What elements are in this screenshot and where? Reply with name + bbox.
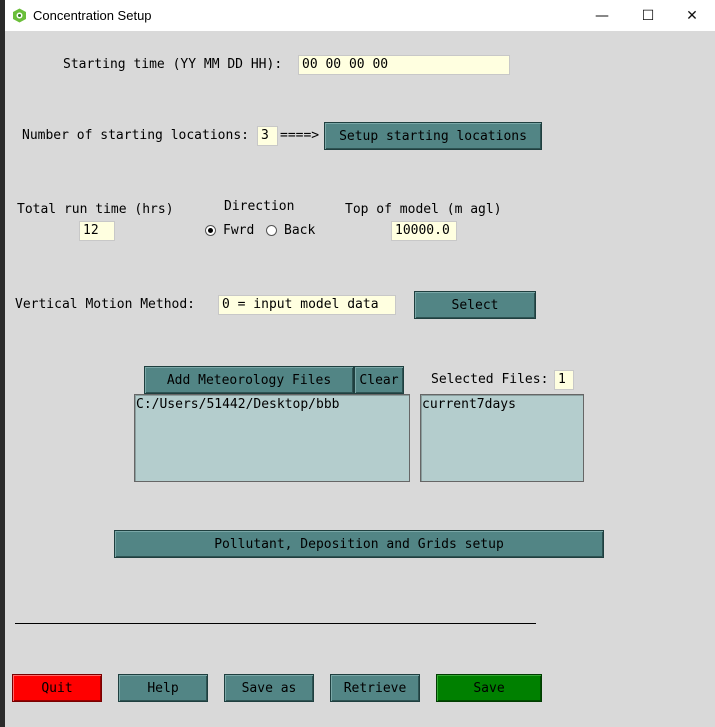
top-of-model-label: Top of model (m agl): [345, 202, 502, 217]
save-button[interactable]: Save: [436, 674, 542, 702]
retrieve-button[interactable]: Retrieve: [330, 674, 420, 702]
concentration-setup-window: Concentration Setup — ☐ ✕ Starting time …: [5, 0, 715, 727]
setup-starting-locations-button[interactable]: Setup starting locations: [324, 122, 542, 150]
total-run-time-label: Total run time (hrs): [17, 202, 174, 217]
radio-forward[interactable]: [205, 225, 216, 236]
list-item[interactable]: C:/Users/51442/Desktop/bbb: [136, 397, 408, 413]
selected-files-count[interactable]: 1: [554, 370, 574, 390]
minimize-icon: —: [595, 7, 609, 24]
minimize-button[interactable]: —: [579, 0, 625, 31]
close-icon: ✕: [686, 7, 698, 24]
window-title: Concentration Setup: [33, 8, 152, 23]
maximize-icon: ☐: [641, 7, 655, 24]
meteorology-file-list[interactable]: current7days: [420, 394, 584, 482]
total-run-time-input[interactable]: 12: [79, 221, 115, 241]
vertical-motion-input[interactable]: 0 = input model data: [218, 295, 396, 315]
back-label: Back: [284, 223, 316, 238]
starting-time-input[interactable]: 00 00 00 00: [298, 55, 510, 75]
separator-line: [15, 623, 536, 624]
forward-label: Fwrd: [223, 223, 255, 238]
save-as-button[interactable]: Save as: [224, 674, 314, 702]
list-item[interactable]: current7days: [422, 397, 582, 413]
select-vertical-motion-button[interactable]: Select: [414, 291, 536, 319]
starting-locations-input[interactable]: 3: [257, 126, 278, 146]
radio-back[interactable]: [266, 225, 277, 236]
vertical-motion-label: Vertical Motion Method:: [15, 297, 196, 312]
quit-button[interactable]: Quit: [12, 674, 102, 702]
title-bar: Concentration Setup — ☐ ✕: [5, 0, 715, 31]
top-of-model-input[interactable]: 10000.0: [391, 221, 457, 241]
meteorology-directory-list[interactable]: C:/Users/51442/Desktop/bbb: [134, 394, 410, 482]
maximize-button[interactable]: ☐: [625, 0, 671, 31]
app-icon: [13, 8, 26, 23]
starting-locations-label: Number of starting locations:: [22, 128, 249, 143]
help-button[interactable]: Help: [118, 674, 208, 702]
starting-time-label: Starting time (YY MM DD HH):: [63, 57, 283, 72]
clear-button[interactable]: Clear: [354, 366, 404, 394]
arrow-indicator: ====>: [280, 128, 320, 143]
close-button[interactable]: ✕: [669, 0, 715, 31]
pollutant-deposition-grids-button[interactable]: Pollutant, Deposition and Grids setup: [114, 530, 604, 558]
direction-label: Direction: [224, 199, 295, 214]
add-meteorology-files-button[interactable]: Add Meteorology Files: [144, 366, 354, 394]
selected-files-label: Selected Files:: [431, 372, 549, 387]
